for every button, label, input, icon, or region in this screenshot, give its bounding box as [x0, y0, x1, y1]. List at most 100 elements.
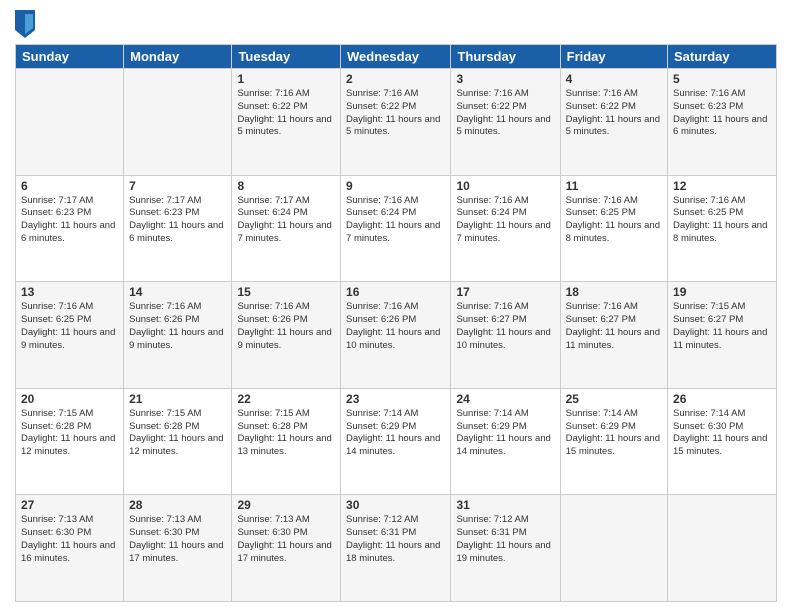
- day-number: 3: [456, 72, 554, 86]
- calendar-cell: 17 Sunrise: 7:16 AM Sunset: 6:27 PM Dayli…: [451, 282, 560, 389]
- day-info: Sunrise: 7:14 AM Sunset: 6:29 PM Dayligh…: [456, 408, 554, 459]
- day-info: Sunrise: 7:16 AM Sunset: 6:25 PM Dayligh…: [21, 301, 118, 352]
- day-number: 8: [237, 179, 335, 193]
- calendar-cell: 15 Sunrise: 7:16 AM Sunset: 6:26 PM Dayli…: [232, 282, 341, 389]
- day-info: Sunrise: 7:13 AM Sunset: 6:30 PM Dayligh…: [237, 514, 335, 565]
- day-number: 16: [346, 285, 445, 299]
- day-number: 15: [237, 285, 335, 299]
- day-number: 29: [237, 498, 335, 512]
- calendar-row-3: 13Sunrise: 7:16 AM Sunset: 6:25 PM Dayli…: [16, 282, 777, 389]
- day-info: Sunrise: 7:16 AM Sunset: 6:22 PM Dayligh…: [346, 88, 445, 139]
- calendar-cell: 1Sunrise: 7:16 AM Sunset: 6:22 PM Daylig…: [232, 69, 341, 176]
- day-number: 20: [21, 392, 118, 406]
- day-number: 10: [456, 179, 554, 193]
- calendar-cell: 6 Sunrise: 7:17 AM Sunset: 6:23 PM Daylig…: [16, 175, 124, 282]
- day-info: Sunrise: 7:14 AM Sunset: 6:30 PM Dayligh…: [673, 408, 771, 459]
- day-number: 26: [673, 392, 771, 406]
- day-number: 6: [21, 179, 118, 193]
- day-info: Sunrise: 7:16 AM Sunset: 6:27 PM Dayligh…: [456, 301, 554, 352]
- day-info: Sunrise: 7:16 AM Sunset: 6:22 PM Dayligh…: [566, 88, 662, 139]
- calendar-cell: 8 Sunrise: 7:17 AM Sunset: 6:24 PM Daylig…: [232, 175, 341, 282]
- calendar-cell: 2 Sunrise: 7:16 AM Sunset: 6:22 PM Daylig…: [341, 69, 451, 176]
- calendar-cell: [16, 69, 124, 176]
- day-number: 7: [129, 179, 226, 193]
- day-number: 12: [673, 179, 771, 193]
- calendar-cell: 24 Sunrise: 7:14 AM Sunset: 6:29 PM Dayli…: [451, 388, 560, 495]
- calendar-cell: 21Sunrise: 7:15 AM Sunset: 6:28 PM Dayli…: [124, 388, 232, 495]
- day-number: 17: [456, 285, 554, 299]
- calendar-cell: 10 Sunrise: 7:16 AM Sunset: 6:24 PM Dayli…: [451, 175, 560, 282]
- day-number: 21: [129, 392, 226, 406]
- calendar-cell: 28Sunrise: 7:13 AM Sunset: 6:30 PM Dayli…: [124, 495, 232, 602]
- calendar-row-5: 27 Sunrise: 7:13 AM Sunset: 6:30 PM Dayli…: [16, 495, 777, 602]
- calendar: SundayMondayTuesdayWednesdayThursdayFrid…: [15, 44, 777, 602]
- calendar-cell: 18 Sunrise: 7:16 AM Sunset: 6:27 PM Dayli…: [560, 282, 667, 389]
- day-info: Sunrise: 7:14 AM Sunset: 6:29 PM Dayligh…: [346, 408, 445, 459]
- calendar-cell: 13Sunrise: 7:16 AM Sunset: 6:25 PM Dayli…: [16, 282, 124, 389]
- day-number: 5: [673, 72, 771, 86]
- day-info: Sunrise: 7:16 AM Sunset: 6:25 PM Dayligh…: [673, 195, 771, 246]
- day-number: 27: [21, 498, 118, 512]
- day-info: Sunrise: 7:16 AM Sunset: 6:24 PM Dayligh…: [456, 195, 554, 246]
- day-info: Sunrise: 7:17 AM Sunset: 6:24 PM Dayligh…: [237, 195, 335, 246]
- calendar-cell: 19 Sunrise: 7:15 AM Sunset: 6:27 PM Dayli…: [668, 282, 777, 389]
- calendar-row-4: 20 Sunrise: 7:15 AM Sunset: 6:28 PM Dayli…: [16, 388, 777, 495]
- calendar-cell: [560, 495, 667, 602]
- day-info: Sunrise: 7:16 AM Sunset: 6:23 PM Dayligh…: [673, 88, 771, 139]
- weekday-header-friday: Friday: [560, 45, 667, 69]
- weekday-header-tuesday: Tuesday: [232, 45, 341, 69]
- page: SundayMondayTuesdayWednesdayThursdayFrid…: [0, 0, 792, 612]
- weekday-header-thursday: Thursday: [451, 45, 560, 69]
- calendar-cell: 14Sunrise: 7:16 AM Sunset: 6:26 PM Dayli…: [124, 282, 232, 389]
- weekday-header-sunday: Sunday: [16, 45, 124, 69]
- calendar-cell: 20 Sunrise: 7:15 AM Sunset: 6:28 PM Dayli…: [16, 388, 124, 495]
- day-number: 28: [129, 498, 226, 512]
- day-info: Sunrise: 7:17 AM Sunset: 6:23 PM Dayligh…: [21, 195, 118, 246]
- day-info: Sunrise: 7:15 AM Sunset: 6:27 PM Dayligh…: [673, 301, 771, 352]
- calendar-cell: 4 Sunrise: 7:16 AM Sunset: 6:22 PM Daylig…: [560, 69, 667, 176]
- calendar-cell: [124, 69, 232, 176]
- calendar-cell: 31Sunrise: 7:12 AM Sunset: 6:31 PM Dayli…: [451, 495, 560, 602]
- day-info: Sunrise: 7:13 AM Sunset: 6:30 PM Dayligh…: [21, 514, 118, 565]
- day-info: Sunrise: 7:14 AM Sunset: 6:29 PM Dayligh…: [566, 408, 662, 459]
- day-info: Sunrise: 7:17 AM Sunset: 6:23 PM Dayligh…: [129, 195, 226, 246]
- day-number: 18: [566, 285, 662, 299]
- day-number: 4: [566, 72, 662, 86]
- day-info: Sunrise: 7:12 AM Sunset: 6:31 PM Dayligh…: [346, 514, 445, 565]
- day-number: 19: [673, 285, 771, 299]
- calendar-row-2: 6 Sunrise: 7:17 AM Sunset: 6:23 PM Daylig…: [16, 175, 777, 282]
- calendar-cell: 11 Sunrise: 7:16 AM Sunset: 6:25 PM Dayli…: [560, 175, 667, 282]
- day-number: 11: [566, 179, 662, 193]
- calendar-cell: 27 Sunrise: 7:13 AM Sunset: 6:30 PM Dayli…: [16, 495, 124, 602]
- day-info: Sunrise: 7:15 AM Sunset: 6:28 PM Dayligh…: [237, 408, 335, 459]
- calendar-cell: 16 Sunrise: 7:16 AM Sunset: 6:26 PM Dayli…: [341, 282, 451, 389]
- weekday-header-wednesday: Wednesday: [341, 45, 451, 69]
- calendar-cell: [668, 495, 777, 602]
- weekday-header-saturday: Saturday: [668, 45, 777, 69]
- day-info: Sunrise: 7:15 AM Sunset: 6:28 PM Dayligh…: [21, 408, 118, 459]
- calendar-cell: 30 Sunrise: 7:12 AM Sunset: 6:31 PM Dayli…: [341, 495, 451, 602]
- calendar-cell: 7 Sunrise: 7:17 AM Sunset: 6:23 PM Daylig…: [124, 175, 232, 282]
- day-number: 14: [129, 285, 226, 299]
- day-info: Sunrise: 7:16 AM Sunset: 6:25 PM Dayligh…: [566, 195, 662, 246]
- day-info: Sunrise: 7:16 AM Sunset: 6:24 PM Dayligh…: [346, 195, 445, 246]
- day-info: Sunrise: 7:16 AM Sunset: 6:22 PM Dayligh…: [237, 88, 335, 139]
- calendar-row-1: 1Sunrise: 7:16 AM Sunset: 6:22 PM Daylig…: [16, 69, 777, 176]
- day-number: 30: [346, 498, 445, 512]
- day-number: 24: [456, 392, 554, 406]
- calendar-cell: 9 Sunrise: 7:16 AM Sunset: 6:24 PM Daylig…: [341, 175, 451, 282]
- day-info: Sunrise: 7:16 AM Sunset: 6:26 PM Dayligh…: [346, 301, 445, 352]
- day-info: Sunrise: 7:16 AM Sunset: 6:26 PM Dayligh…: [237, 301, 335, 352]
- day-number: 2: [346, 72, 445, 86]
- weekday-header-monday: Monday: [124, 45, 232, 69]
- day-info: Sunrise: 7:16 AM Sunset: 6:27 PM Dayligh…: [566, 301, 662, 352]
- calendar-cell: 5 Sunrise: 7:16 AM Sunset: 6:23 PM Daylig…: [668, 69, 777, 176]
- calendar-cell: 23 Sunrise: 7:14 AM Sunset: 6:29 PM Dayli…: [341, 388, 451, 495]
- calendar-cell: 26 Sunrise: 7:14 AM Sunset: 6:30 PM Dayli…: [668, 388, 777, 495]
- day-number: 23: [346, 392, 445, 406]
- logo-icon: [15, 10, 35, 38]
- calendar-cell: 22 Sunrise: 7:15 AM Sunset: 6:28 PM Dayli…: [232, 388, 341, 495]
- day-number: 22: [237, 392, 335, 406]
- day-number: 9: [346, 179, 445, 193]
- calendar-cell: 29 Sunrise: 7:13 AM Sunset: 6:30 PM Dayli…: [232, 495, 341, 602]
